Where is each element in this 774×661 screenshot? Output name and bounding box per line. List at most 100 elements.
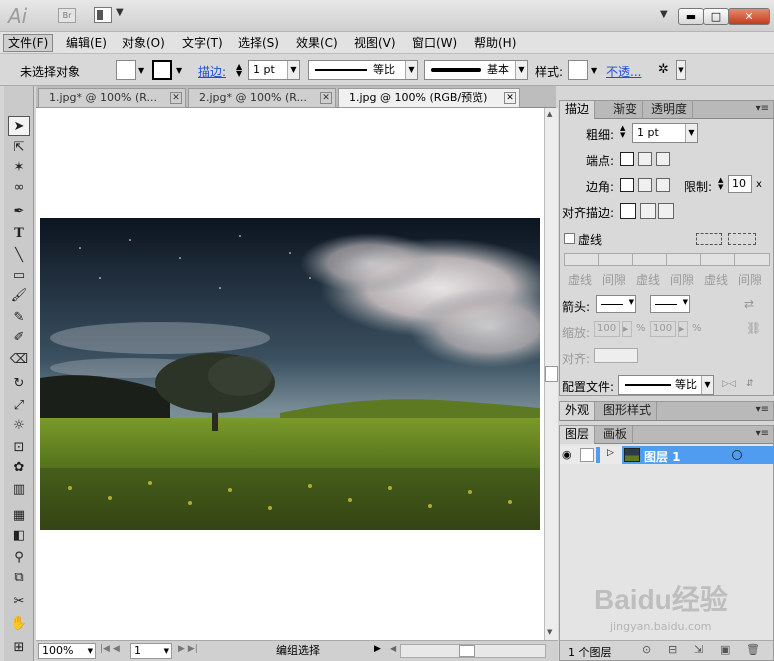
symbol-sprayer-tool-icon[interactable]: ✿ (8, 458, 30, 478)
pen-tool-icon[interactable]: ✒ (8, 202, 30, 222)
dash-field-2[interactable] (632, 253, 668, 266)
opacity-link[interactable]: 不透... (606, 63, 641, 80)
round-join-icon[interactable] (638, 178, 652, 192)
rotate-tool-icon[interactable]: ↻ (8, 374, 30, 394)
weight-spinner-icon[interactable]: ▲ ▼ (620, 125, 625, 139)
delete-layer-icon[interactable]: 🗑 (746, 643, 760, 656)
tab-document-2[interactable]: 2.jpg* @ 100% (R... ✕ (188, 88, 336, 108)
warp-tool-icon[interactable]: ☼ (8, 416, 30, 436)
hand-tool-icon[interactable]: ✋ (8, 614, 30, 634)
scroll-up-icon[interactable]: ▲ (547, 110, 552, 118)
end-scale-arrow-icon[interactable]: ▶ (678, 321, 688, 337)
gap-field-1[interactable] (598, 253, 634, 266)
limit-field[interactable]: 10 (728, 175, 752, 193)
butt-cap-icon[interactable] (620, 152, 634, 166)
tab-close-icon[interactable]: ✕ (320, 92, 332, 104)
flip-along-icon[interactable]: ▷◁ (722, 379, 736, 389)
round-cap-icon[interactable] (638, 152, 652, 166)
arrow-align-buttons[interactable] (594, 348, 638, 363)
weight-select[interactable]: 1 pt ▼ (632, 123, 698, 143)
align-outside-icon[interactable] (658, 203, 674, 219)
layers-menu-icon[interactable]: ▾≡ (756, 428, 769, 439)
close-button[interactable]: ✕ (728, 8, 770, 25)
expand-triangle-icon[interactable]: ▷ (607, 448, 614, 458)
horizontal-scrollbar[interactable] (400, 644, 546, 658)
arrange-documents-button[interactable] (94, 7, 112, 23)
menu-effect[interactable]: 效果(C) (292, 34, 342, 52)
maximize-button[interactable]: □ (703, 8, 729, 25)
fill-dropdown-icon[interactable]: ▼ (138, 66, 144, 75)
workspace-dropdown-icon[interactable]: ▼ (660, 9, 668, 20)
mesh-tool-icon[interactable]: ▦ (8, 506, 30, 526)
stroke-swatch[interactable] (152, 60, 172, 80)
h-scroll-thumb[interactable] (459, 645, 475, 657)
panel-menu-icon[interactable]: ▾≡ (756, 103, 769, 114)
bridge-button[interactable]: Br (58, 8, 76, 23)
fill-swatch[interactable] (116, 60, 136, 80)
end-scale-field[interactable]: 100 (650, 321, 676, 337)
layer-row[interactable]: ◉ ▷ 图层 1 (560, 446, 774, 464)
paintbrush-tool-icon[interactable]: 🖌 (8, 286, 30, 306)
menu-help[interactable]: 帮助(H) (470, 34, 520, 52)
gap-field-3[interactable] (734, 253, 770, 266)
target-circle-icon[interactable] (732, 450, 742, 460)
align-center-icon[interactable] (620, 203, 636, 219)
minimize-button[interactable]: ▬ (678, 8, 704, 25)
align-inside-icon[interactable] (640, 203, 656, 219)
gap-field-2[interactable] (666, 253, 702, 266)
tab-appearance[interactable]: 外观 (560, 402, 596, 420)
blob-brush-tool-icon[interactable]: ✐ (8, 328, 30, 348)
start-scale-field[interactable]: 100 (594, 321, 620, 337)
menu-object[interactable]: 对象(O) (118, 34, 169, 52)
tab-layers[interactable]: 图层 (560, 426, 596, 444)
tab-close-icon[interactable]: ✕ (170, 92, 182, 104)
tab-close-icon[interactable]: ✕ (504, 92, 516, 104)
flip-across-icon[interactable]: ⇵ (746, 379, 754, 389)
free-transform-tool-icon[interactable]: ⊡ (8, 438, 30, 458)
dashed-line-checkbox[interactable] (564, 233, 575, 244)
lock-toggle[interactable] (580, 448, 594, 462)
bevel-join-icon[interactable] (656, 178, 670, 192)
appearance-menu-icon[interactable]: ▾≡ (756, 404, 769, 415)
tab-artboards[interactable]: 画板 (598, 426, 634, 444)
graph-tool-icon[interactable]: ▥ (8, 480, 30, 500)
placed-landscape-image[interactable] (40, 218, 540, 530)
profile-select[interactable]: 等比 ▼ (618, 375, 714, 395)
pencil-tool-icon[interactable]: ✎ (8, 308, 30, 328)
miter-join-icon[interactable] (620, 178, 634, 192)
stroke-spinner-icon[interactable]: ▲ ▼ (236, 63, 242, 78)
new-sublayer-icon[interactable]: ⇲ (694, 643, 703, 656)
align-dash-corners-icon[interactable] (728, 233, 756, 245)
menu-file[interactable]: 文件(F) (3, 34, 54, 52)
menu-view[interactable]: 视图(V) (350, 34, 400, 52)
end-arrowhead-select[interactable]: ▼ (650, 295, 690, 313)
menu-window[interactable]: 窗口(W) (408, 34, 461, 52)
new-layer-icon[interactable]: ▣ (720, 643, 730, 656)
tab-transparency[interactable]: 透明度 (646, 101, 694, 119)
scale-tool-icon[interactable]: ⤢ (8, 396, 30, 416)
tab-stroke[interactable]: 描边 (560, 101, 596, 119)
type-tool-icon[interactable]: T (8, 224, 30, 244)
swap-arrowheads-icon[interactable]: ⇄ (744, 297, 754, 311)
control-menu-icon[interactable]: ▼ (676, 60, 686, 80)
zoom-select[interactable]: 100% ▼ (38, 643, 96, 659)
stroke-dropdown-icon[interactable]: ▼ (176, 66, 182, 75)
style-dropdown-icon[interactable]: ▼ (591, 66, 597, 75)
tab-gradient[interactable]: 渐变 (608, 101, 644, 119)
start-arrowhead-select[interactable]: ▼ (596, 295, 636, 313)
stroke-link[interactable]: 描边: (198, 63, 226, 80)
variable-width-profile-select[interactable]: 等比 ▼ (308, 60, 418, 80)
artboard-tool-icon[interactable]: ⊞ (8, 638, 30, 658)
preserve-dash-icon[interactable] (696, 233, 722, 245)
menu-select[interactable]: 选择(S) (234, 34, 283, 52)
dash-field-1[interactable] (564, 253, 600, 266)
rectangle-tool-icon[interactable]: ▭ (8, 266, 30, 286)
next-artboard-icon[interactable]: ▶ ▶| (178, 644, 198, 654)
tab-document-1[interactable]: 1.jpg* @ 100% (R... ✕ (38, 88, 186, 108)
clipping-mask-icon[interactable]: ⊟ (668, 643, 677, 656)
recolor-wand-icon[interactable]: ✲ (658, 62, 669, 77)
gradient-tool-icon[interactable]: ◧ (8, 526, 30, 546)
eyedropper-tool-icon[interactable]: ⚲ (8, 548, 30, 568)
line-tool-icon[interactable]: ╲ (8, 246, 30, 266)
projecting-cap-icon[interactable] (656, 152, 670, 166)
